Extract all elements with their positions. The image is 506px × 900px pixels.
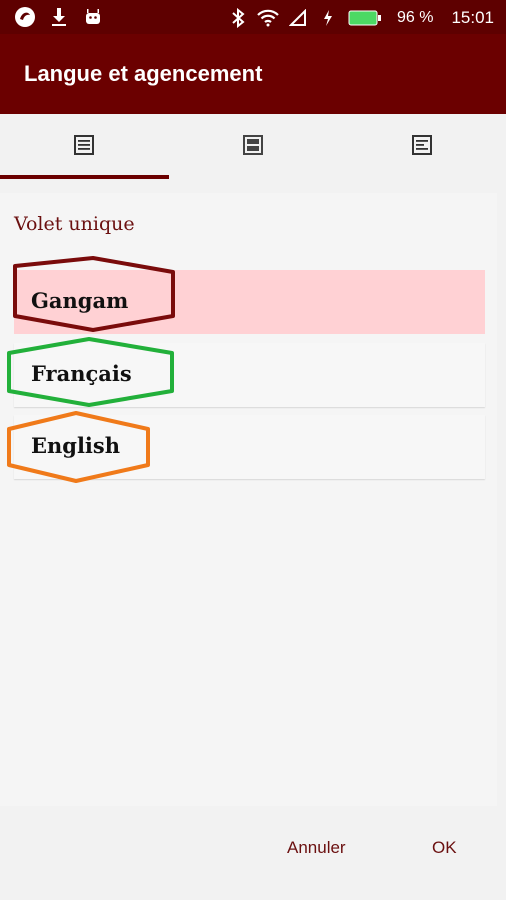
tab-single-pane[interactable] <box>0 114 168 180</box>
text-layout-icon <box>410 133 434 162</box>
language-option-francais[interactable]: Français <box>14 343 485 407</box>
wifi-icon <box>257 7 279 29</box>
charging-icon <box>317 7 339 29</box>
bluetooth-icon <box>227 7 249 29</box>
language-label: Gangam <box>31 288 129 313</box>
language-option-english[interactable]: English <box>14 415 485 479</box>
page-title: Langue et agencement <box>24 61 263 86</box>
language-option-gangam[interactable]: Gangam <box>14 270 485 334</box>
language-label: English <box>31 433 121 458</box>
language-label: Français <box>31 361 132 386</box>
clock: 15:01 <box>451 8 494 27</box>
cancel-button[interactable]: Annuler <box>287 838 346 858</box>
section-title: Volet unique <box>14 213 135 235</box>
single-pane-icon <box>72 133 96 162</box>
battery-icon <box>347 7 383 29</box>
tab-text-layout[interactable] <box>338 114 506 180</box>
ok-button[interactable]: OK <box>432 838 457 858</box>
app-bar: Langue et agencement <box>0 34 506 114</box>
signal-icon <box>287 7 309 29</box>
battery-percent: 96 % <box>396 9 434 26</box>
app-logo-icon <box>14 6 36 28</box>
tab-split-pane[interactable] <box>169 114 337 180</box>
layout-tabs <box>0 114 506 180</box>
download-icon <box>48 6 70 28</box>
android-icon <box>82 6 104 28</box>
status-bar: 96 % 15:01 <box>0 0 506 34</box>
split-pane-icon <box>241 133 265 162</box>
language-panel: Volet unique Gangam Français English <box>0 193 497 806</box>
tab-indicator <box>0 175 169 179</box>
